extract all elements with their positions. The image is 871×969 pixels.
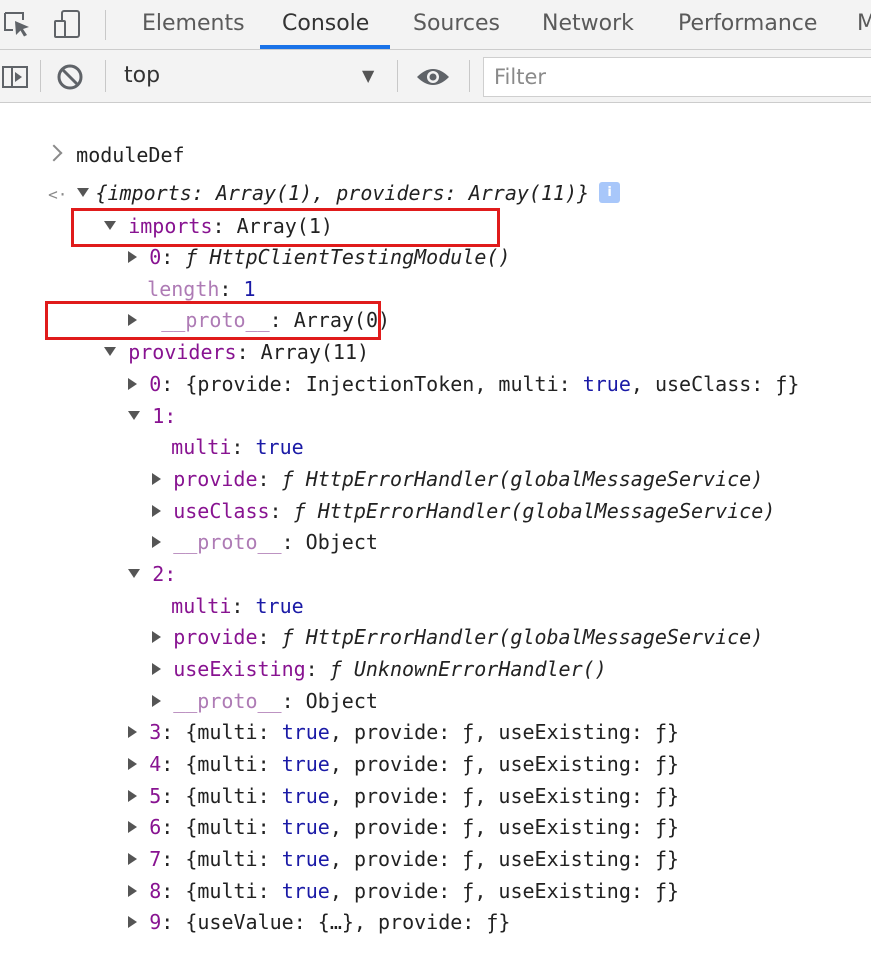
property-key: __proto__: [173, 530, 282, 554]
tree-row-imports[interactable]: imports: Array(1): [56, 180, 333, 238]
console-result-line[interactable]: <· {imports: Array(1), providers: Array(1…: [0, 147, 621, 205]
context-dropdown-arrow-icon[interactable]: ▼: [362, 50, 374, 102]
tree-row-provider-4[interactable]: 4: {multi: true, provide: ƒ, useExisting…: [80, 718, 679, 776]
console-input-line: moduleDef: [0, 109, 185, 167]
tab-elements[interactable]: Elements: [142, 0, 245, 50]
devtools-tab-bar: Elements Console Sources Network Perform…: [0, 0, 871, 50]
tree-row-p1-proto[interactable]: __proto__: Object: [104, 496, 378, 554]
tree-row-p2-multi: multi: true: [171, 594, 304, 618]
context-selector[interactable]: top: [124, 50, 160, 102]
tab-network[interactable]: Network: [542, 0, 634, 50]
toolbar-divider: [397, 60, 398, 92]
tree-row-p1-useclass[interactable]: useClass: ƒ HttpErrorHandler(globalMessa…: [104, 465, 775, 523]
filter-input[interactable]: [484, 58, 871, 96]
tab-performance[interactable]: Performance: [678, 0, 817, 50]
property-value: : Object: [281, 530, 378, 554]
active-tab-indicator: [260, 45, 390, 49]
highlight-box-providers: [45, 301, 381, 340]
object-preview: {provide: InjectionToken, multi:: [185, 372, 583, 396]
tree-row-p2-provide[interactable]: provide: ƒ HttpErrorHandler(globalMessag…: [104, 591, 763, 649]
toolbar-divider: [469, 60, 470, 92]
object-preview: : {useValue: {…}, provide: ƒ}: [161, 910, 511, 934]
tree-row-provider-0[interactable]: 0: {provide: InjectionToken, multi: true…: [80, 338, 799, 396]
tree-row-provider-5[interactable]: 5: {multi: true, provide: ƒ, useExisting…: [80, 750, 679, 808]
tab-memory-truncated[interactable]: M: [857, 0, 871, 50]
inspect-element-icon[interactable]: [2, 8, 32, 40]
tree-row-provider-2[interactable]: 2:: [80, 528, 176, 586]
tree-row-p1-provide[interactable]: provide: ƒ HttpErrorHandler(globalMessag…: [104, 433, 763, 491]
object-preview: , useClass: ƒ}: [630, 372, 800, 396]
tree-row-length: length: 1: [147, 277, 256, 301]
tree-row-provider-1[interactable]: 1:: [80, 370, 176, 428]
toolbar-divider: [105, 10, 106, 40]
filter-box: [483, 57, 871, 97]
expand-toggle-icon[interactable]: [128, 915, 138, 928]
toolbar-divider: [40, 60, 41, 92]
clear-console-icon[interactable]: [54, 61, 86, 93]
tree-row-p1-multi: multi: true: [171, 435, 304, 459]
show-sidebar-icon[interactable]: [0, 61, 30, 93]
array-index: 9: [149, 910, 162, 934]
tab-sources[interactable]: Sources: [413, 0, 500, 50]
highlight-box-http-client-testing-module: [71, 208, 500, 247]
info-icon[interactable]: i: [599, 182, 621, 203]
toolbar-divider: [105, 60, 106, 92]
tree-row-provider-7[interactable]: 7: {multi: true, provide: ƒ, useExisting…: [80, 813, 679, 871]
tree-row-provider-6[interactable]: 6: {multi: true, provide: ƒ, useExisting…: [80, 781, 679, 839]
tab-console[interactable]: Console: [282, 0, 369, 50]
tree-row-provider-9[interactable]: 9: {useValue: {…}, provide: ƒ}: [80, 876, 510, 934]
boolean-value: true: [582, 372, 631, 396]
tree-row-provider-8[interactable]: 8: {multi: true, provide: ƒ, useExisting…: [80, 845, 679, 903]
tree-row-provider-3[interactable]: 3: {multi: true, provide: ƒ, useExisting…: [80, 686, 679, 744]
live-expression-eye-icon[interactable]: [414, 61, 452, 93]
tree-row-p2-proto[interactable]: __proto__: Object: [104, 655, 378, 713]
tree-row-p2-useexisting[interactable]: useExisting: ƒ UnknownErrorHandler(): [104, 623, 607, 681]
device-toolbar-icon[interactable]: [52, 8, 84, 40]
